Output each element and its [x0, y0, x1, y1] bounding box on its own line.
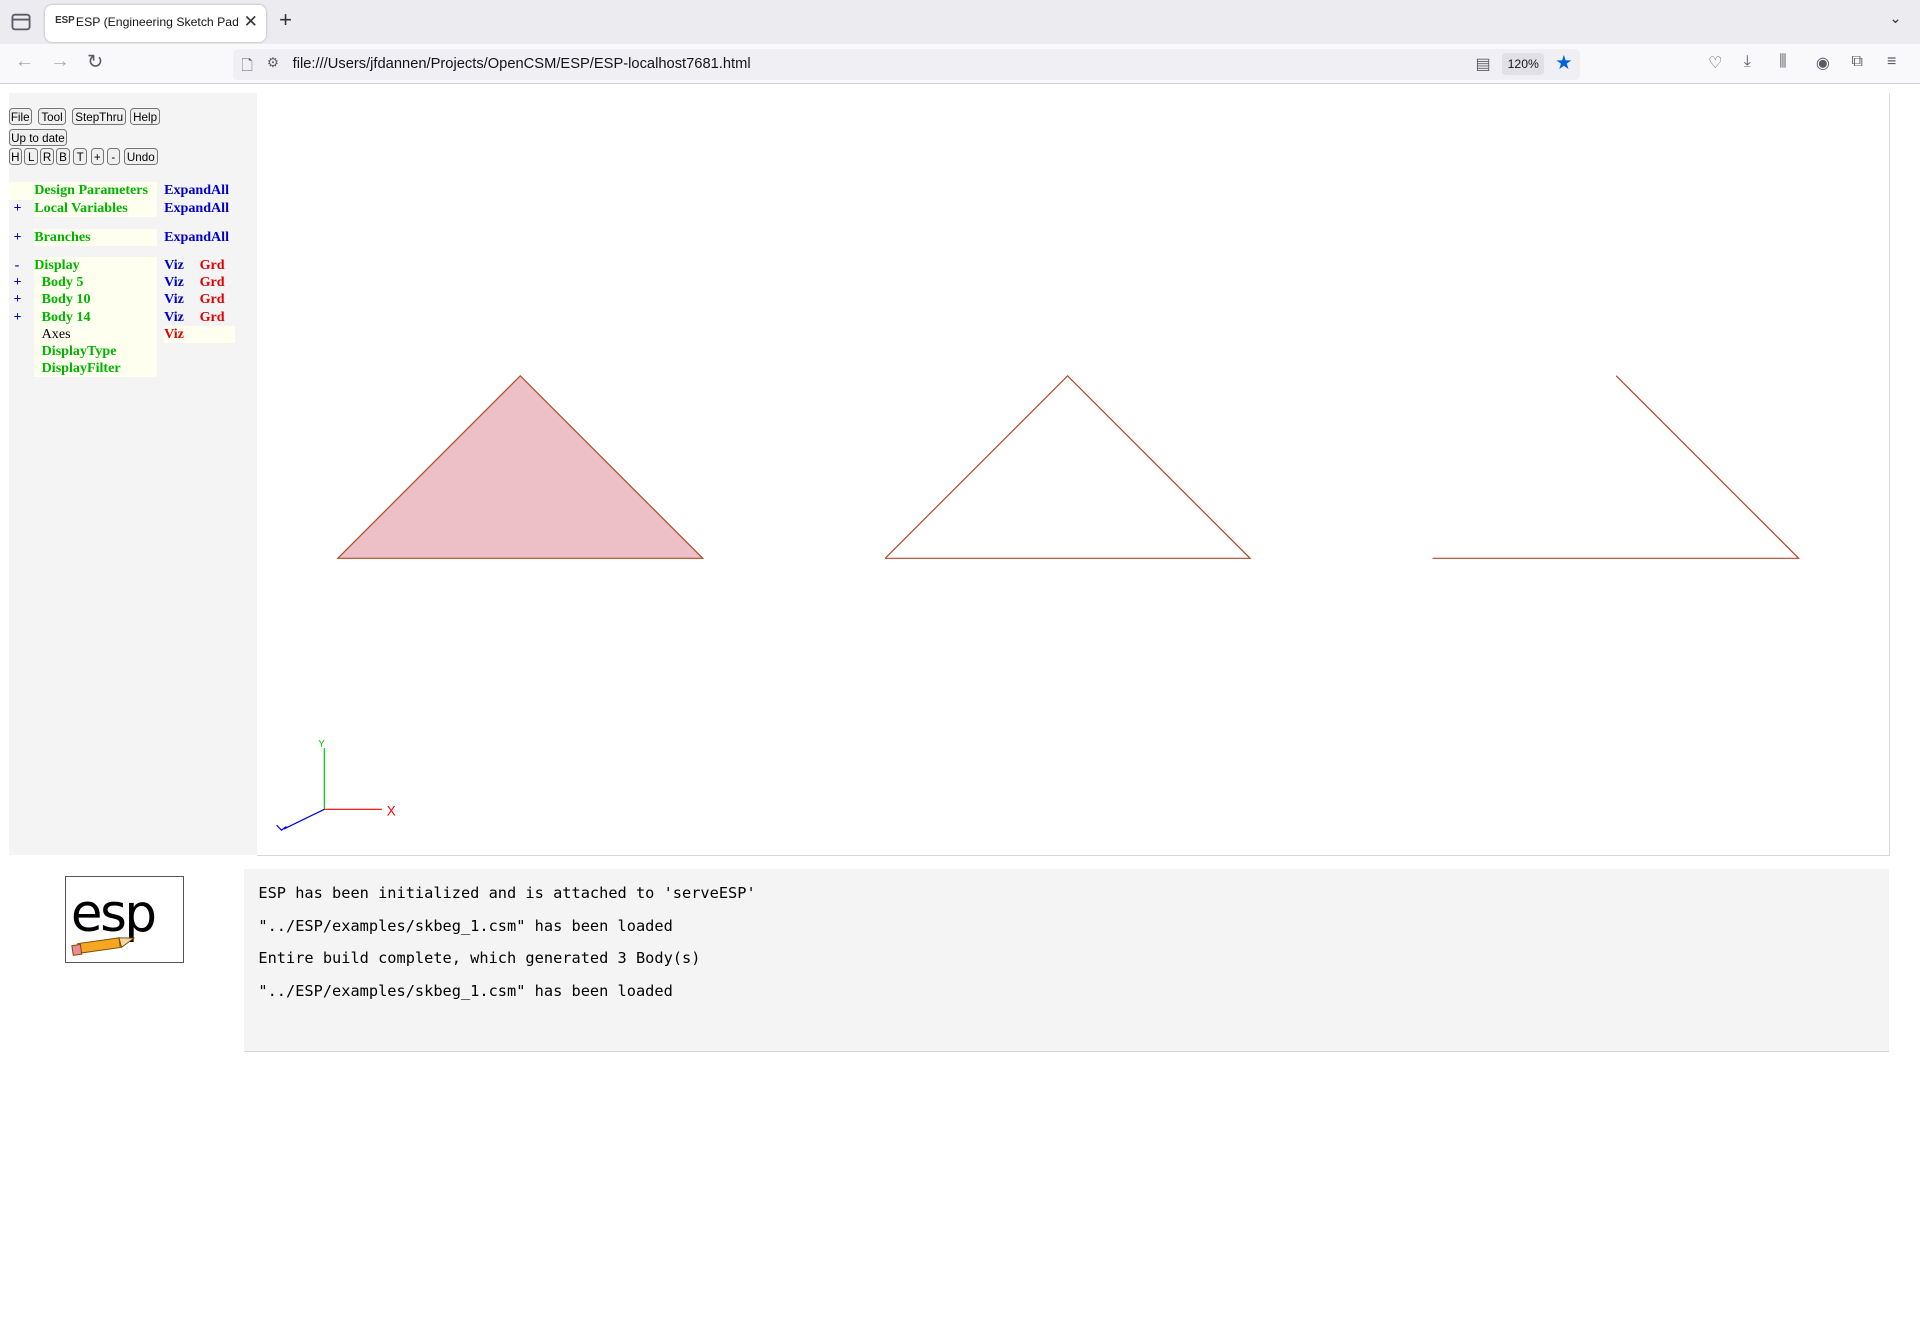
tree-row-body: + Body 10 Viz Grd [9, 291, 242, 309]
pocket-icon[interactable]: ♡ [1708, 53, 1722, 73]
logo-panel: esp [8, 869, 245, 1051]
branches-label[interactable]: Branches [34, 228, 157, 247]
y-axis-label: Y [318, 739, 325, 750]
body-toggle[interactable]: + [13, 309, 21, 326]
tree-row-body: + Body 14 Viz Grd [9, 308, 242, 326]
body-viz[interactable]: Viz [164, 274, 184, 291]
body-viz[interactable]: Viz [164, 291, 184, 308]
left-panel: File Tool StepThru Help Up to date H L R… [8, 93, 258, 855]
view-top-button[interactable]: T [73, 148, 87, 166]
body-label[interactable]: Body 5 [34, 274, 157, 292]
body-toggle[interactable]: + [13, 291, 21, 308]
tree-row-display-filter: DisplayFilter [9, 359, 242, 378]
body-label[interactable]: Body 14 [34, 308, 157, 326]
display-label[interactable]: Display [34, 257, 157, 275]
arrow-right-icon[interactable]: → [50, 50, 70, 73]
message-line: "../ESP/examples/skbeg_1.csm" has been l… [258, 982, 673, 1001]
permissions-icon[interactable]: ⚙ [267, 55, 279, 71]
design-parameters-label[interactable]: Design Parameters [34, 182, 157, 200]
tab-title: ESP (Engineering Sketch Pad, V [75, 14, 238, 29]
reload-icon[interactable]: ↻ [87, 50, 103, 74]
local-variables-expandall[interactable]: ExpandAll [164, 200, 229, 217]
body-14-open-wire[interactable] [1432, 375, 1801, 559]
help-button[interactable]: Help [129, 107, 161, 125]
design-parameters-expandall[interactable]: ExpandAll [164, 182, 229, 199]
page-icon[interactable]: 🗋 [241, 55, 253, 80]
display-filter-label[interactable]: DisplayFilter [34, 359, 157, 378]
close-icon[interactable]: ✕ [244, 11, 258, 32]
stepthru-button[interactable]: StepThru [72, 107, 127, 125]
branches-expandall[interactable]: ExpandAll [164, 229, 229, 246]
message-line: "../ESP/examples/skbeg_1.csm" has been l… [258, 917, 673, 936]
esp-logo: esp [64, 875, 185, 964]
graphics-canvas[interactable]: X Y [257, 93, 1891, 856]
tree-row-axes: Axes Viz [9, 325, 242, 343]
esp-logo-image: esp [71, 883, 157, 956]
body-grd[interactable]: Grd [200, 274, 225, 291]
body-grd[interactable]: Grd [200, 309, 225, 326]
view-right-button[interactable]: R [40, 148, 54, 166]
arrow-left-icon[interactable]: ← [15, 50, 35, 73]
file-button[interactable]: File [8, 107, 32, 125]
tab-list-icon[interactable] [10, 11, 32, 33]
hamburger-menu-icon[interactable]: ≡ [1887, 53, 1896, 71]
extensions-icon[interactable]: ⧉ [1851, 53, 1862, 71]
zoom-in-button[interactable]: + [90, 148, 105, 166]
branches-toggle[interactable]: + [13, 229, 21, 246]
tree-row-body: + Body 5 Viz Grd [9, 274, 242, 292]
zoom-out-button[interactable]: - [106, 148, 120, 166]
url-text[interactable]: file:///Users/jfdannen/Projects/OpenCSM/… [293, 56, 751, 72]
x-axis-label: X [387, 803, 396, 818]
message-line: Entire build complete, which generated 3… [258, 948, 701, 967]
chevron-down-icon[interactable]: ⌄ [1889, 10, 1901, 27]
navigation-toolbar: ← → ↻ 🗋 ⚙ file:///Users/jfdannen/Project… [0, 44, 1920, 85]
view-home-button[interactable]: H [8, 148, 23, 166]
tree-row-design-parameters: Design Parameters ExpandAll [8, 182, 242, 200]
display-viz[interactable]: Viz [164, 257, 184, 274]
display-toggle[interactable]: - [15, 257, 20, 274]
body-viz[interactable]: Viz [164, 309, 184, 326]
axes-label: Axes [34, 325, 157, 343]
view-left-button[interactable]: L [24, 148, 38, 166]
esp-logo-text: esp [71, 883, 155, 943]
message-panel: ESP has been initialized and is attached… [243, 869, 1890, 1052]
build-status-button[interactable]: Up to date [8, 128, 68, 146]
body-label[interactable]: Body 10 [34, 291, 157, 309]
body-5-triangle-face[interactable] [336, 375, 705, 559]
browser-tab[interactable]: ESP ESP (Engineering Sketch Pad, V ✕ [45, 4, 266, 42]
z-axis-glyph [276, 824, 287, 831]
display-type-label[interactable]: DisplayType [34, 342, 157, 360]
zoom-level[interactable]: 120% [1502, 52, 1545, 75]
local-variables-toggle[interactable]: + [13, 200, 21, 217]
tree-row-display-type: DisplayType [9, 342, 242, 360]
z-axis-line [283, 808, 325, 830]
axes-triad: X Y [276, 739, 396, 831]
graphics-svg: X Y [276, 375, 1801, 831]
display-grd[interactable]: Grd [200, 257, 225, 274]
tree-row-local-variables: + Local Variables ExpandAll [9, 199, 242, 217]
body-toggle[interactable]: + [13, 274, 21, 291]
local-variables-label[interactable]: Local Variables [34, 199, 157, 217]
tool-button[interactable]: Tool [37, 107, 67, 125]
download-icon[interactable]: ⤓ [1744, 53, 1751, 71]
tree-row-branches: + Branches ExpandAll [9, 228, 242, 247]
tree-row-display: - Display Viz Grd [9, 257, 242, 275]
axes-viz[interactable]: Viz [164, 325, 236, 343]
view-bottom-button[interactable]: B [56, 148, 70, 166]
tab-strip: ESP ESP (Engineering Sketch Pad, V ✕ + ⌄ [0, 0, 1920, 45]
esp-favicon-icon: ESP [55, 14, 75, 26]
message-line: ESP has been initialized and is attached… [258, 884, 756, 903]
reader-view-icon[interactable]: ▤ [1476, 54, 1491, 74]
plus-icon[interactable]: + [279, 7, 292, 33]
library-icon[interactable]: ⫼ [1779, 53, 1786, 71]
body-grd[interactable]: Grd [200, 291, 225, 308]
undo-button[interactable]: Undo [123, 148, 158, 166]
star-icon[interactable]: ★ [1555, 51, 1573, 75]
url-bar[interactable]: 🗋 ⚙ file:///Users/jfdannen/Projects/Open… [232, 48, 1580, 80]
body-10-triangle-wire[interactable] [884, 375, 1252, 559]
account-icon[interactable]: ◉ [1816, 53, 1830, 73]
